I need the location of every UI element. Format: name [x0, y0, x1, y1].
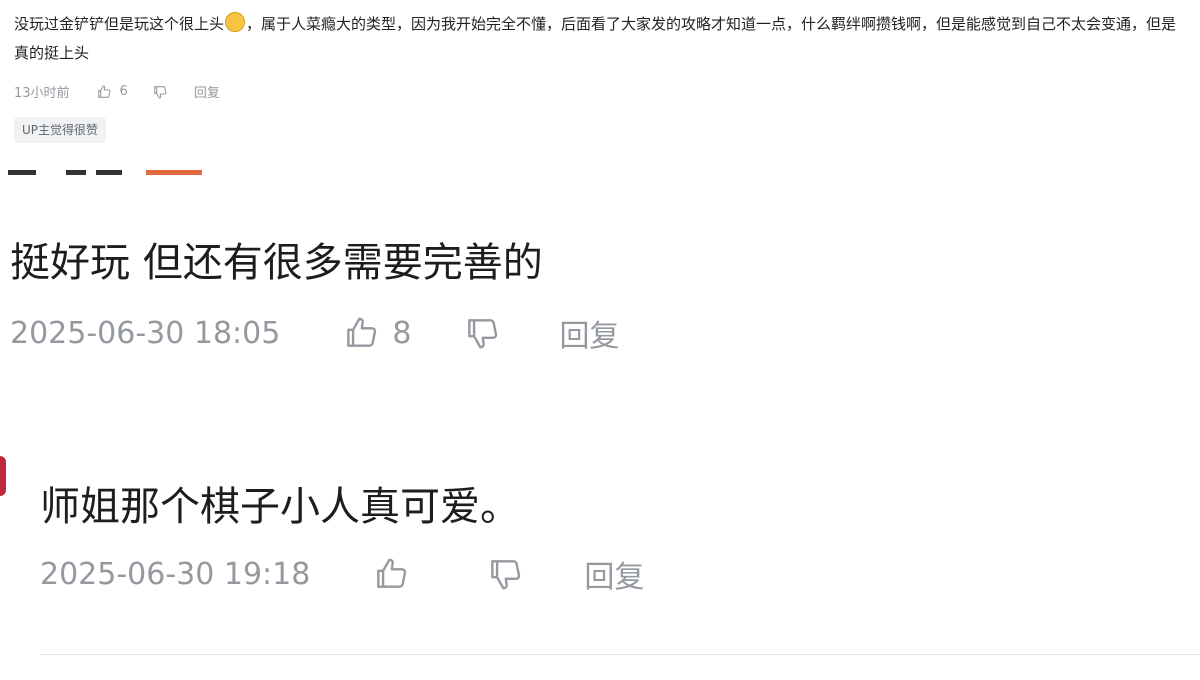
reply-button[interactable]: 回复 — [194, 82, 220, 101]
like-count: 6 — [119, 84, 128, 99]
comment-meta: 13小时前 6 回复 — [14, 82, 220, 101]
comment-meta: 2025-06-30 19:18 回复 — [40, 552, 644, 596]
cropped-previous-line — [0, 166, 300, 180]
comment-text: 挺好玩 但还有很多需要完善的 — [10, 240, 543, 286]
comment-meta: 2025-06-30 18:05 8 回复 — [10, 311, 619, 355]
thumb-up-icon[interactable] — [96, 84, 112, 100]
comment-text: 没玩过金铲铲但是玩这个很上头 ，属于人菜瘾大的类型，因为我开始完全不懂，后面看了大… — [14, 10, 1190, 68]
avatar[interactable] — [0, 456, 6, 496]
reply-button[interactable]: 回复 — [559, 311, 619, 355]
comment-card-1: 没玩过金铲铲但是玩这个很上头 ，属于人菜瘾大的类型，因为我开始完全不懂，后面看了大… — [0, 0, 1200, 167]
comment-card-2: 挺好玩 但还有很多需要完善的 2025-06-30 18:05 8 回复 — [0, 166, 1200, 419]
up-liked-badge: UP主觉得很赞 — [14, 117, 107, 143]
comment-timestamp: 2025-06-30 18:05 — [10, 315, 281, 351]
comment-timestamp: 2025-06-30 19:18 — [40, 556, 311, 592]
comment-timestamp: 13小时前 — [14, 86, 70, 101]
comment-card-3: 师姐那个棋子小人真可爱。 2025-06-30 19:18 回复 — [0, 418, 1200, 680]
emoji-icon — [225, 12, 246, 32]
thumb-down-icon[interactable] — [152, 84, 168, 100]
thumb-down-icon[interactable] — [463, 314, 501, 352]
comment-text: 师姐那个棋子小人真可爱。 — [40, 484, 520, 530]
like-count: 8 — [392, 315, 412, 351]
thumb-up-icon[interactable] — [372, 555, 410, 593]
thumb-up-icon[interactable] — [342, 314, 380, 352]
thumb-down-icon[interactable] — [486, 555, 524, 593]
reply-button[interactable]: 回复 — [584, 552, 644, 596]
divider — [40, 654, 1200, 655]
